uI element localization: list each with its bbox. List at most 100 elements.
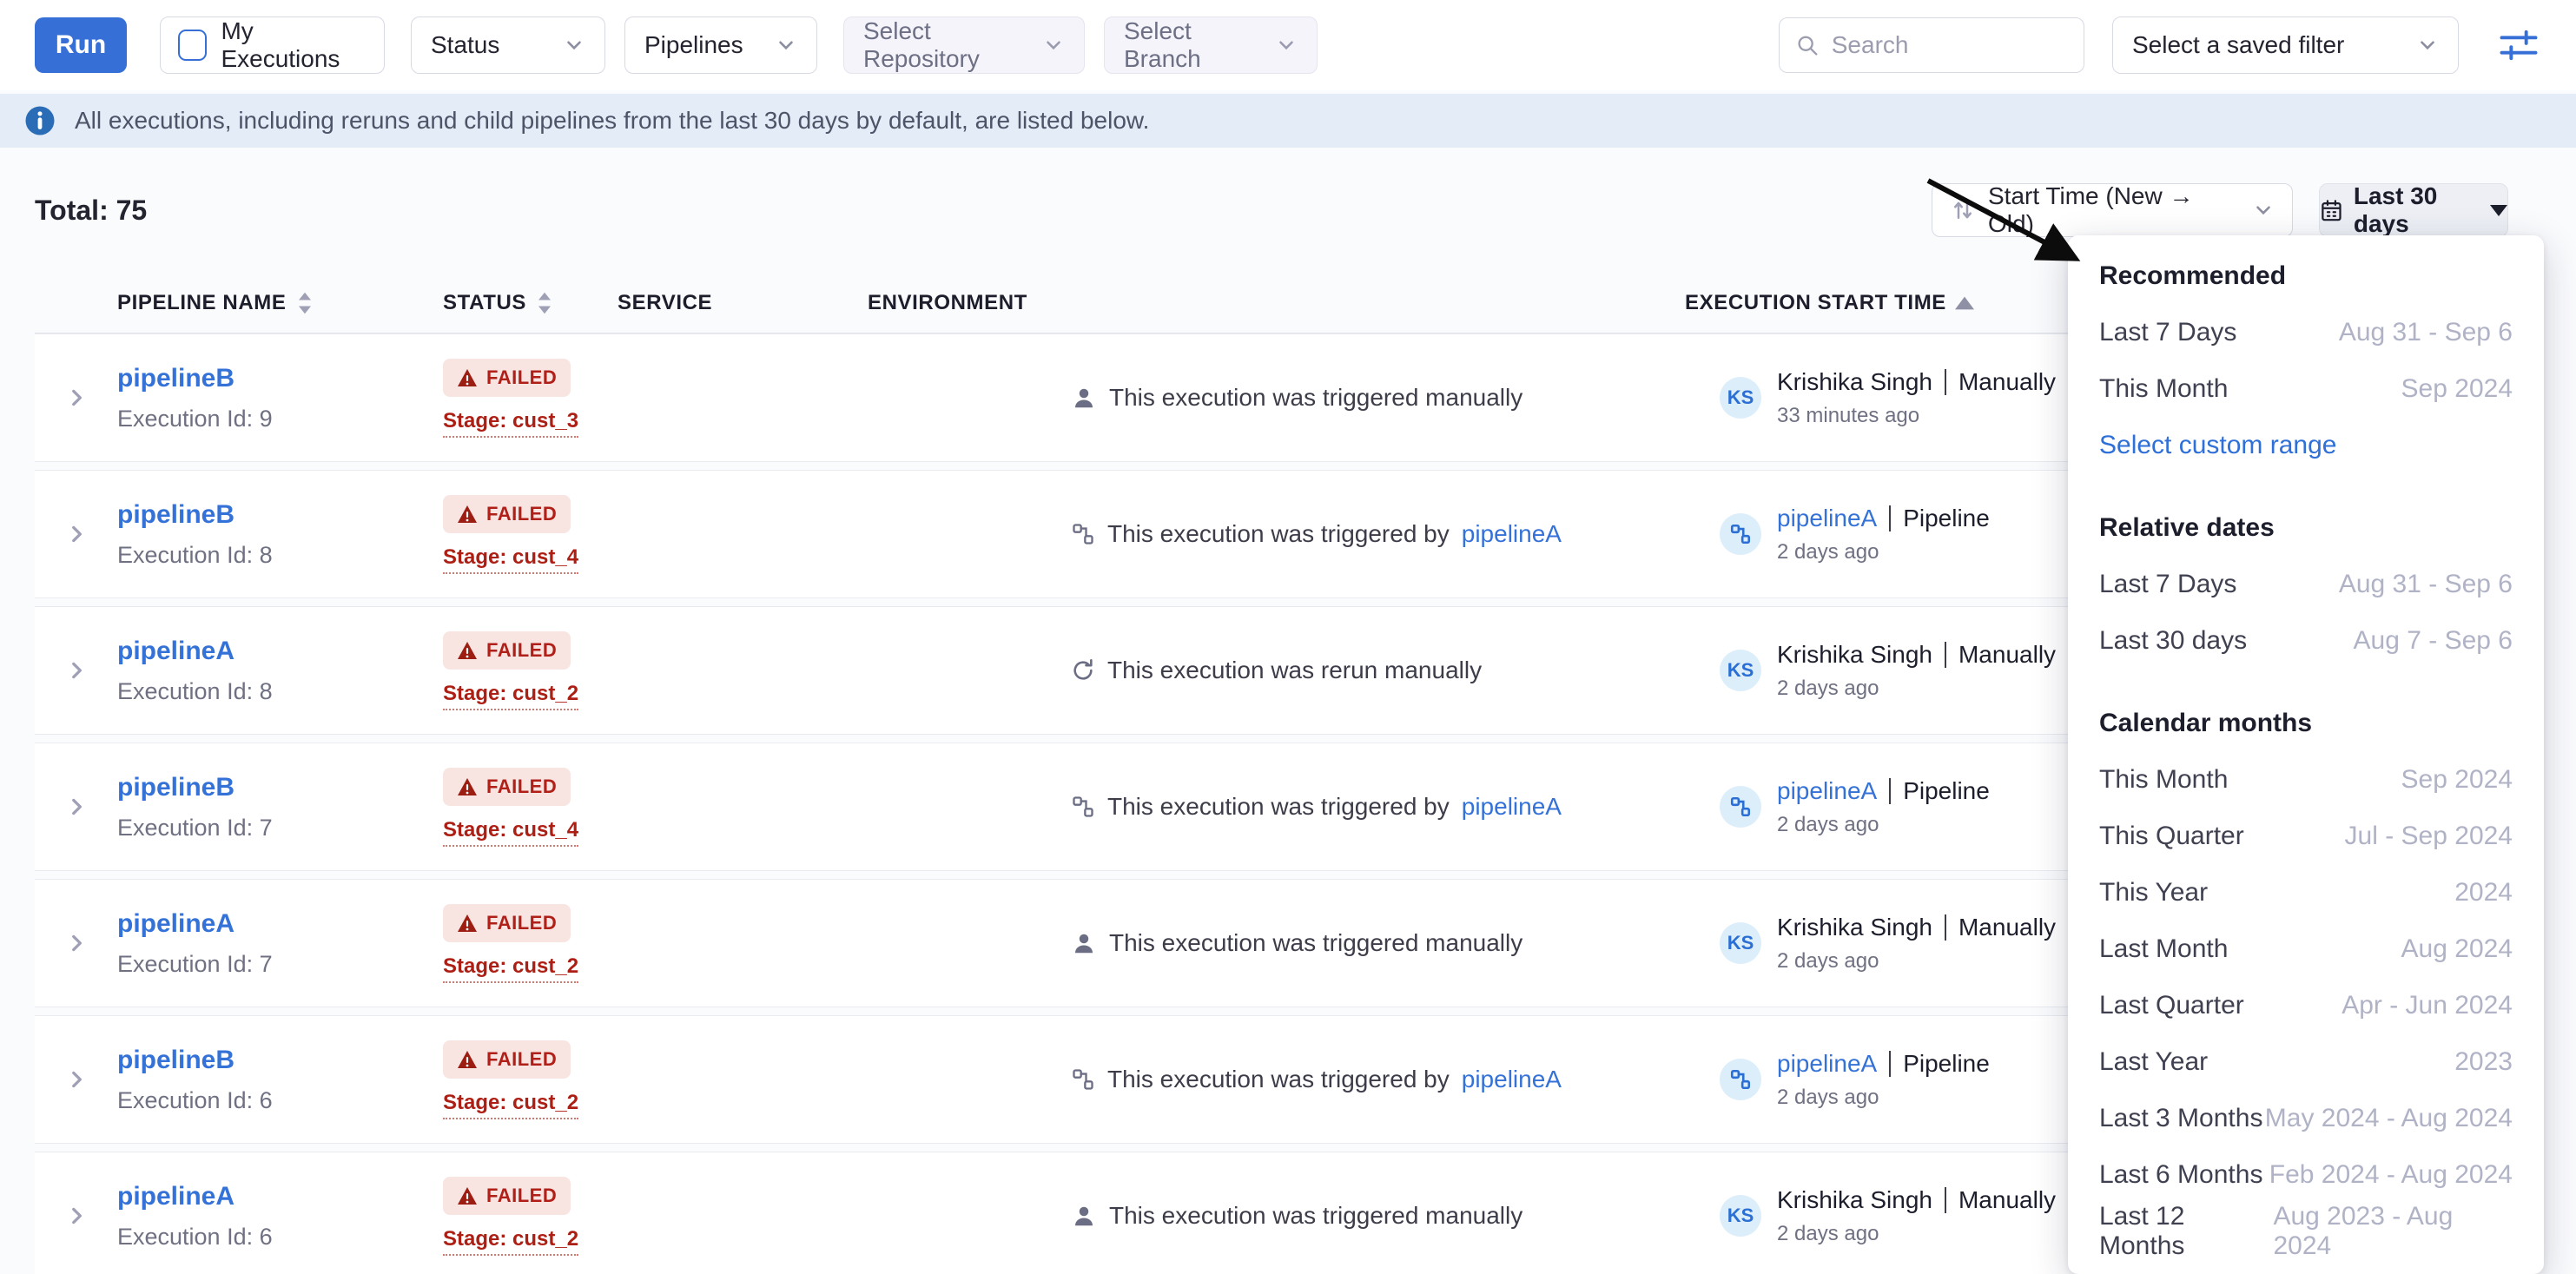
date-option-last-quarter[interactable]: Last Quarter Apr - Jun 2024 bbox=[2068, 977, 2544, 1033]
date-option-last-30-days[interactable]: Last 30 days Aug 7 - Sep 6 bbox=[2068, 612, 2544, 669]
sort-both-icon bbox=[535, 291, 554, 315]
trigger-method: Manually bbox=[1958, 1186, 2056, 1214]
select-repository-dropdown[interactable]: Select Repository bbox=[843, 17, 1085, 74]
pipeline-name-link[interactable]: pipelineA bbox=[117, 909, 443, 939]
date-range-label: Last 30 days bbox=[2354, 182, 2476, 238]
status-badge: FAILED bbox=[443, 495, 571, 533]
failed-stage-link[interactable]: Stage: cust_4 bbox=[443, 545, 578, 574]
triggered-by-pipeline-link[interactable]: pipelineA bbox=[1777, 777, 1877, 805]
time-ago: 2 days ago bbox=[1777, 677, 2056, 701]
warning-icon bbox=[457, 1050, 478, 1069]
triggered-by-pipeline-link[interactable]: pipelineA bbox=[1777, 505, 1877, 532]
failed-stage-link[interactable]: Stage: cust_2 bbox=[443, 954, 578, 983]
search-input[interactable] bbox=[1832, 31, 2068, 59]
pipeline-icon bbox=[1729, 1068, 1752, 1091]
date-option-last-7-days[interactable]: Last 7 Days Aug 31 - Sep 6 bbox=[2068, 556, 2544, 612]
sort-icon bbox=[1950, 197, 1976, 223]
run-button[interactable]: Run bbox=[35, 17, 127, 73]
trigger-text: This execution was triggered manually bbox=[1109, 929, 1522, 957]
date-range-button[interactable]: Last 30 days bbox=[2319, 183, 2508, 237]
expand-chevron-icon[interactable] bbox=[65, 932, 88, 954]
pipeline-avatar bbox=[1720, 513, 1761, 555]
select-branch-label: Select Branch bbox=[1124, 17, 1275, 73]
my-executions-checkbox[interactable] bbox=[178, 30, 207, 61]
col-pipeline-name[interactable]: PIPELINE NAME bbox=[117, 291, 443, 315]
select-repository-label: Select Repository bbox=[863, 17, 1042, 73]
failed-stage-link[interactable]: Stage: cust_2 bbox=[443, 1227, 578, 1256]
failed-stage-link[interactable]: Stage: cust_2 bbox=[443, 1091, 578, 1119]
warning-icon bbox=[457, 505, 478, 524]
expand-chevron-icon[interactable] bbox=[65, 659, 88, 682]
sort-both-icon bbox=[295, 291, 314, 315]
failed-stage-link[interactable]: Stage: cust_2 bbox=[443, 682, 578, 710]
date-range-menu: Recommended Last 7 Days Aug 31 - Sep 6 T… bbox=[2068, 235, 2544, 1274]
trigger-method: Pipeline bbox=[1903, 1050, 1990, 1078]
search-box[interactable] bbox=[1779, 17, 2084, 73]
saved-filter-dropdown[interactable]: Select a saved filter bbox=[2112, 17, 2459, 74]
trigger-pipeline-link[interactable]: pipelineA bbox=[1462, 793, 1562, 821]
expand-chevron-icon[interactable] bbox=[65, 1068, 88, 1091]
pipeline-name-link[interactable]: pipelineB bbox=[117, 364, 443, 393]
trigger-text: This execution was triggered manually bbox=[1109, 384, 1522, 412]
status-badge: FAILED bbox=[443, 359, 571, 397]
separator bbox=[1945, 1187, 1946, 1213]
sort-dropdown[interactable]: Start Time (New → Old) bbox=[1932, 183, 2293, 237]
pipelines-filter-label: Pipelines bbox=[644, 31, 743, 59]
failed-stage-link[interactable]: Stage: cust_3 bbox=[443, 409, 578, 438]
status-badge: FAILED bbox=[443, 631, 571, 670]
expand-chevron-icon[interactable] bbox=[65, 386, 88, 409]
pipeline-name-link[interactable]: pipelineA bbox=[117, 1182, 443, 1211]
date-option-last-7-days[interactable]: Last 7 Days Aug 31 - Sep 6 bbox=[2068, 304, 2544, 360]
pipeline-trigger-icon bbox=[1071, 795, 1095, 819]
pipeline-trigger-icon bbox=[1071, 1067, 1095, 1092]
my-executions-toggle[interactable]: My Executions bbox=[160, 17, 385, 74]
time-ago: 2 days ago bbox=[1777, 949, 2056, 974]
saved-filter-label: Select a saved filter bbox=[2132, 31, 2344, 59]
pipeline-name-link[interactable]: pipelineA bbox=[117, 637, 443, 666]
triggered-by-pipeline-link[interactable]: pipelineA bbox=[1777, 1050, 1877, 1078]
col-status[interactable]: STATUS bbox=[443, 291, 618, 315]
failed-stage-link[interactable]: Stage: cust_4 bbox=[443, 818, 578, 847]
date-option-this-year[interactable]: This Year 2024 bbox=[2068, 864, 2544, 921]
select-branch-dropdown[interactable]: Select Branch bbox=[1104, 17, 1318, 74]
info-icon bbox=[24, 105, 56, 136]
calendar-icon bbox=[2320, 196, 2343, 224]
date-option-this-quarter[interactable]: This Quarter Jul - Sep 2024 bbox=[2068, 808, 2544, 864]
date-option-last-month[interactable]: Last Month Aug 2024 bbox=[2068, 921, 2544, 977]
date-option-custom-range[interactable]: Select custom range bbox=[2068, 417, 2544, 473]
pipeline-avatar bbox=[1720, 1059, 1761, 1100]
date-option-last-12-months[interactable]: Last 12 Months Aug 2023 - Aug 2024 bbox=[2068, 1203, 2544, 1259]
date-option-this-month[interactable]: This Month Sep 2024 bbox=[2068, 360, 2544, 417]
expand-chevron-icon[interactable] bbox=[65, 1205, 88, 1227]
chevron-down-icon bbox=[563, 34, 585, 56]
pipeline-name-link[interactable]: pipelineB bbox=[117, 1046, 443, 1075]
execution-id: Execution Id: 7 bbox=[117, 815, 443, 842]
expand-chevron-icon[interactable] bbox=[65, 795, 88, 818]
search-icon bbox=[1795, 31, 1820, 59]
trigger-pipeline-link[interactable]: pipelineA bbox=[1462, 520, 1562, 548]
status-badge: FAILED bbox=[443, 768, 571, 806]
time-ago: 2 days ago bbox=[1777, 813, 1990, 837]
menu-section-title: Calendar months bbox=[2068, 695, 2544, 751]
execution-id: Execution Id: 8 bbox=[117, 542, 443, 569]
pipeline-name-link[interactable]: pipelineB bbox=[117, 773, 443, 802]
time-ago: 2 days ago bbox=[1777, 1086, 1990, 1110]
status-badge: FAILED bbox=[443, 904, 571, 942]
pipeline-name-link[interactable]: pipelineB bbox=[117, 500, 443, 530]
trigger-pipeline-link[interactable]: pipelineA bbox=[1462, 1066, 1562, 1093]
status-filter-label: Status bbox=[431, 31, 499, 59]
trigger-method: Pipeline bbox=[1903, 505, 1990, 532]
date-option-last-3-months[interactable]: Last 3 Months May 2024 - Aug 2024 bbox=[2068, 1090, 2544, 1146]
top-toolbar: Run My Executions Status Pipelines Selec… bbox=[0, 0, 2576, 90]
expand-chevron-icon[interactable] bbox=[65, 523, 88, 545]
pipelines-filter-dropdown[interactable]: Pipelines bbox=[624, 17, 817, 74]
filter-settings-icon[interactable] bbox=[2496, 23, 2541, 68]
warning-icon bbox=[457, 641, 478, 660]
date-option-last-6-months[interactable]: Last 6 Months Feb 2024 - Aug 2024 bbox=[2068, 1146, 2544, 1203]
warning-icon bbox=[457, 777, 478, 796]
sort-label: Start Time (New → Old) bbox=[1988, 182, 2240, 238]
date-option-last-year[interactable]: Last Year 2023 bbox=[2068, 1033, 2544, 1090]
sort-asc-icon bbox=[1955, 296, 1974, 310]
status-filter-dropdown[interactable]: Status bbox=[411, 17, 605, 74]
date-option-this-month[interactable]: This Month Sep 2024 bbox=[2068, 751, 2544, 808]
